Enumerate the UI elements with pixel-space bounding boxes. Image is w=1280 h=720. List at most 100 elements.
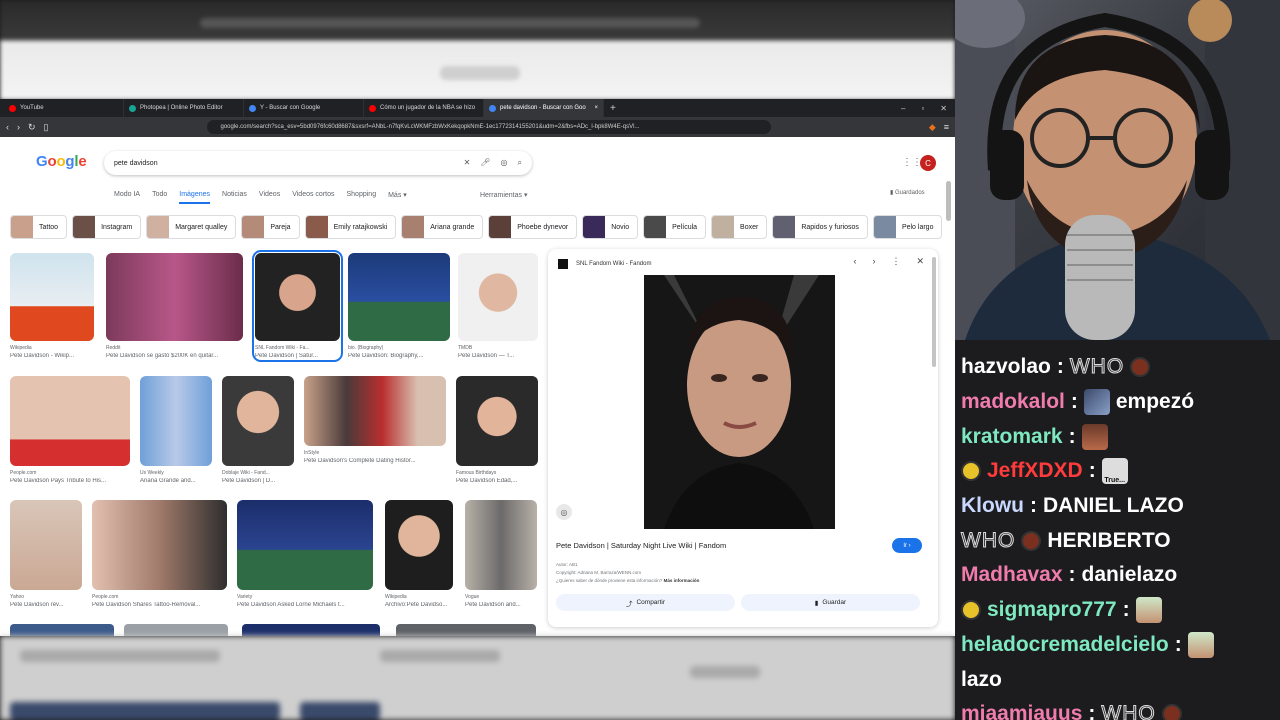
- close-tab-icon[interactable]: ×: [594, 105, 598, 111]
- chip-label: Phoebe dynevor: [517, 223, 569, 231]
- chip-label: Pareja: [270, 223, 291, 231]
- search-icon[interactable]: ⌕: [518, 158, 522, 168]
- result-image: [106, 253, 243, 341]
- tab-shopping[interactable]: Shopping: [347, 191, 377, 204]
- image-result-selected[interactable]: SNL Fandom Wiki - Fa... Pete Davidson | …: [252, 250, 343, 362]
- tab-todo[interactable]: Todo: [152, 191, 167, 204]
- image-result[interactable]: Reddit Pete Davidson se gastó $200K en q…: [106, 253, 243, 359]
- tab-videos-cortos[interactable]: Videos cortos: [292, 191, 334, 204]
- lens-search-icon[interactable]: ◎: [556, 504, 572, 520]
- chip-margaret-qualley[interactable]: Margaret qualley: [146, 215, 237, 239]
- tab-google-y[interactable]: Y - Buscar con Google: [244, 99, 364, 117]
- panel-scrollbar[interactable]: [932, 257, 936, 367]
- tab-nba[interactable]: Cómo un jugador de la NBA se hizo: [364, 99, 484, 117]
- search-input[interactable]: pete davidson ✕ 🎤︎ ◎ ⌕: [104, 151, 532, 175]
- chip-pel-cula[interactable]: Película: [643, 215, 707, 239]
- forward-icon[interactable]: ›: [17, 122, 20, 132]
- image-result[interactable]: Variety Pete Davidson Asked Lorne Michae…: [237, 500, 373, 608]
- image-result[interactable]: [242, 624, 380, 636]
- tab-pete-davidson[interactable]: pete davidson - Buscar con Goo ×: [484, 99, 604, 117]
- image-result[interactable]: [10, 624, 114, 636]
- close-icon[interactable]: ✕: [916, 256, 924, 267]
- more-options-icon[interactable]: ⋮: [891, 256, 900, 267]
- chip-label: Margaret qualley: [175, 223, 228, 231]
- chip-tattoo[interactable]: Tattoo: [10, 215, 68, 239]
- tab-photopea[interactable]: Photopea | Online Photo Editor: [124, 99, 244, 117]
- menu-icon[interactable]: ≡: [944, 122, 949, 132]
- new-tab-button[interactable]: +: [610, 103, 616, 114]
- reload-icon[interactable]: ↻: [28, 122, 36, 133]
- chat-message: lazo: [961, 667, 1002, 691]
- image-result[interactable]: Doblaje Wiki - Fand... Pete Davidson | D…: [222, 376, 294, 484]
- clear-icon[interactable]: ✕: [464, 158, 471, 168]
- tab-mas[interactable]: Más ▾: [388, 191, 407, 204]
- page-scrollbar[interactable]: [946, 181, 951, 221]
- tab-noticias[interactable]: Noticias: [222, 191, 247, 204]
- chip-thumbnail: [147, 216, 170, 238]
- chip-pelo-largo[interactable]: Pelo largo: [872, 215, 943, 239]
- extension-icon[interactable]: ◆: [929, 122, 936, 133]
- chip-label: Pelo largo: [901, 223, 934, 231]
- chip-pareja[interactable]: Pareja: [241, 215, 300, 239]
- chip-instagram[interactable]: Instagram: [72, 215, 142, 239]
- next-icon[interactable]: ›: [872, 256, 875, 267]
- share-button[interactable]: ⤴ Compartir: [556, 594, 735, 611]
- chip-boxer[interactable]: Boxer: [711, 215, 768, 239]
- close-window-icon[interactable]: ✕: [940, 104, 947, 113]
- result-image: [10, 500, 82, 590]
- saved-button[interactable]: ▮ Guardados: [890, 189, 925, 196]
- result-image: [140, 376, 212, 466]
- image-result[interactable]: Us Weekly Ariana Grande and...: [140, 376, 212, 484]
- maximize-icon[interactable]: ▫: [921, 104, 924, 113]
- preview-title[interactable]: Pete Davidson | Saturday Night Live Wiki…: [556, 541, 726, 550]
- chat-message: WHO HERIBERTO: [960, 528, 1171, 552]
- bookmark-icon: ▮: [814, 599, 819, 607]
- tab-youtube[interactable]: YouTube: [4, 99, 124, 117]
- image-result[interactable]: People.com Pete Davidson Pays Tribute to…: [10, 376, 130, 484]
- image-result[interactable]: Yahoo Pete Davidson rev...: [10, 500, 82, 608]
- tab-videos[interactable]: Videos: [259, 191, 280, 204]
- sidebar-icon[interactable]: ▯: [44, 122, 49, 133]
- image-result[interactable]: Wikipedia Pete Davidson - Wikip...: [10, 253, 94, 359]
- tab-modo-ia[interactable]: Modo IA: [114, 191, 140, 204]
- tab-imagenes[interactable]: Imágenes: [179, 191, 211, 204]
- result-image: [222, 376, 294, 466]
- result-image: [10, 253, 94, 341]
- image-result[interactable]: [396, 624, 536, 636]
- chip-ariana-grande[interactable]: Ariana grande: [401, 215, 484, 239]
- emote-icon: [1161, 704, 1182, 720]
- image-result[interactable]: [124, 624, 228, 636]
- minimize-icon[interactable]: –: [901, 104, 905, 113]
- result-image: [304, 376, 446, 446]
- url-field[interactable]: google.com/search?sca_esv=5bd0976fc60d86…: [206, 120, 771, 134]
- chip-novio[interactable]: Novio: [582, 215, 639, 239]
- chip-emily-ratajkowski[interactable]: Emily ratajkowski: [304, 215, 397, 239]
- image-result[interactable]: InStyle Pete Davidson's Complete Dating …: [304, 376, 446, 464]
- back-icon[interactable]: ‹: [6, 122, 9, 132]
- image-result[interactable]: Famous Birthdays Pete Davidson Edad,...: [456, 376, 538, 484]
- tools-button[interactable]: Herramientas ▾: [480, 191, 527, 199]
- microphone-icon[interactable]: 🎤︎: [480, 158, 490, 168]
- search-tabs: Modo IA Todo Imágenes Noticias Videos Vi…: [114, 191, 407, 204]
- preview-source[interactable]: SNL Fandom Wiki - Fandom: [558, 259, 651, 269]
- chip-phoebe-dynevor[interactable]: Phoebe dynevor: [488, 215, 578, 239]
- more-info-link[interactable]: Más información: [664, 578, 700, 583]
- google-logo[interactable]: Google: [36, 153, 87, 170]
- apps-grid-icon[interactable]: ⋮⋮: [902, 157, 922, 168]
- image-result[interactable]: TMDB Pete Davidson — T...: [458, 253, 538, 359]
- previous-icon[interactable]: ‹: [853, 256, 856, 267]
- image-result[interactable]: Wikipedia Archivo:Pete Davidso...: [385, 500, 453, 608]
- result-image: [348, 253, 450, 341]
- chip-rapidos-y-furiosos[interactable]: Rapidos y furiosos: [772, 215, 868, 239]
- lens-icon[interactable]: ◎: [501, 158, 508, 168]
- image-result[interactable]: People.com Pete Davidson Shares Tattoo-R…: [92, 500, 227, 608]
- image-result[interactable]: bio. (Biography) Pete Davidson: Biograph…: [348, 253, 450, 359]
- chip-label: Ariana grande: [430, 223, 475, 231]
- visit-button[interactable]: Ir ›: [892, 538, 922, 553]
- save-button[interactable]: ▮ Guardar: [741, 594, 920, 611]
- chip-thumbnail: [773, 216, 796, 238]
- image-result[interactable]: Vogue Pete Davidson and...: [465, 500, 537, 608]
- avatar[interactable]: C: [920, 155, 936, 171]
- related-chips: Tattoo Instagram Margaret qualley Pareja Emi…: [10, 215, 943, 239]
- preview-image[interactable]: [644, 275, 835, 529]
